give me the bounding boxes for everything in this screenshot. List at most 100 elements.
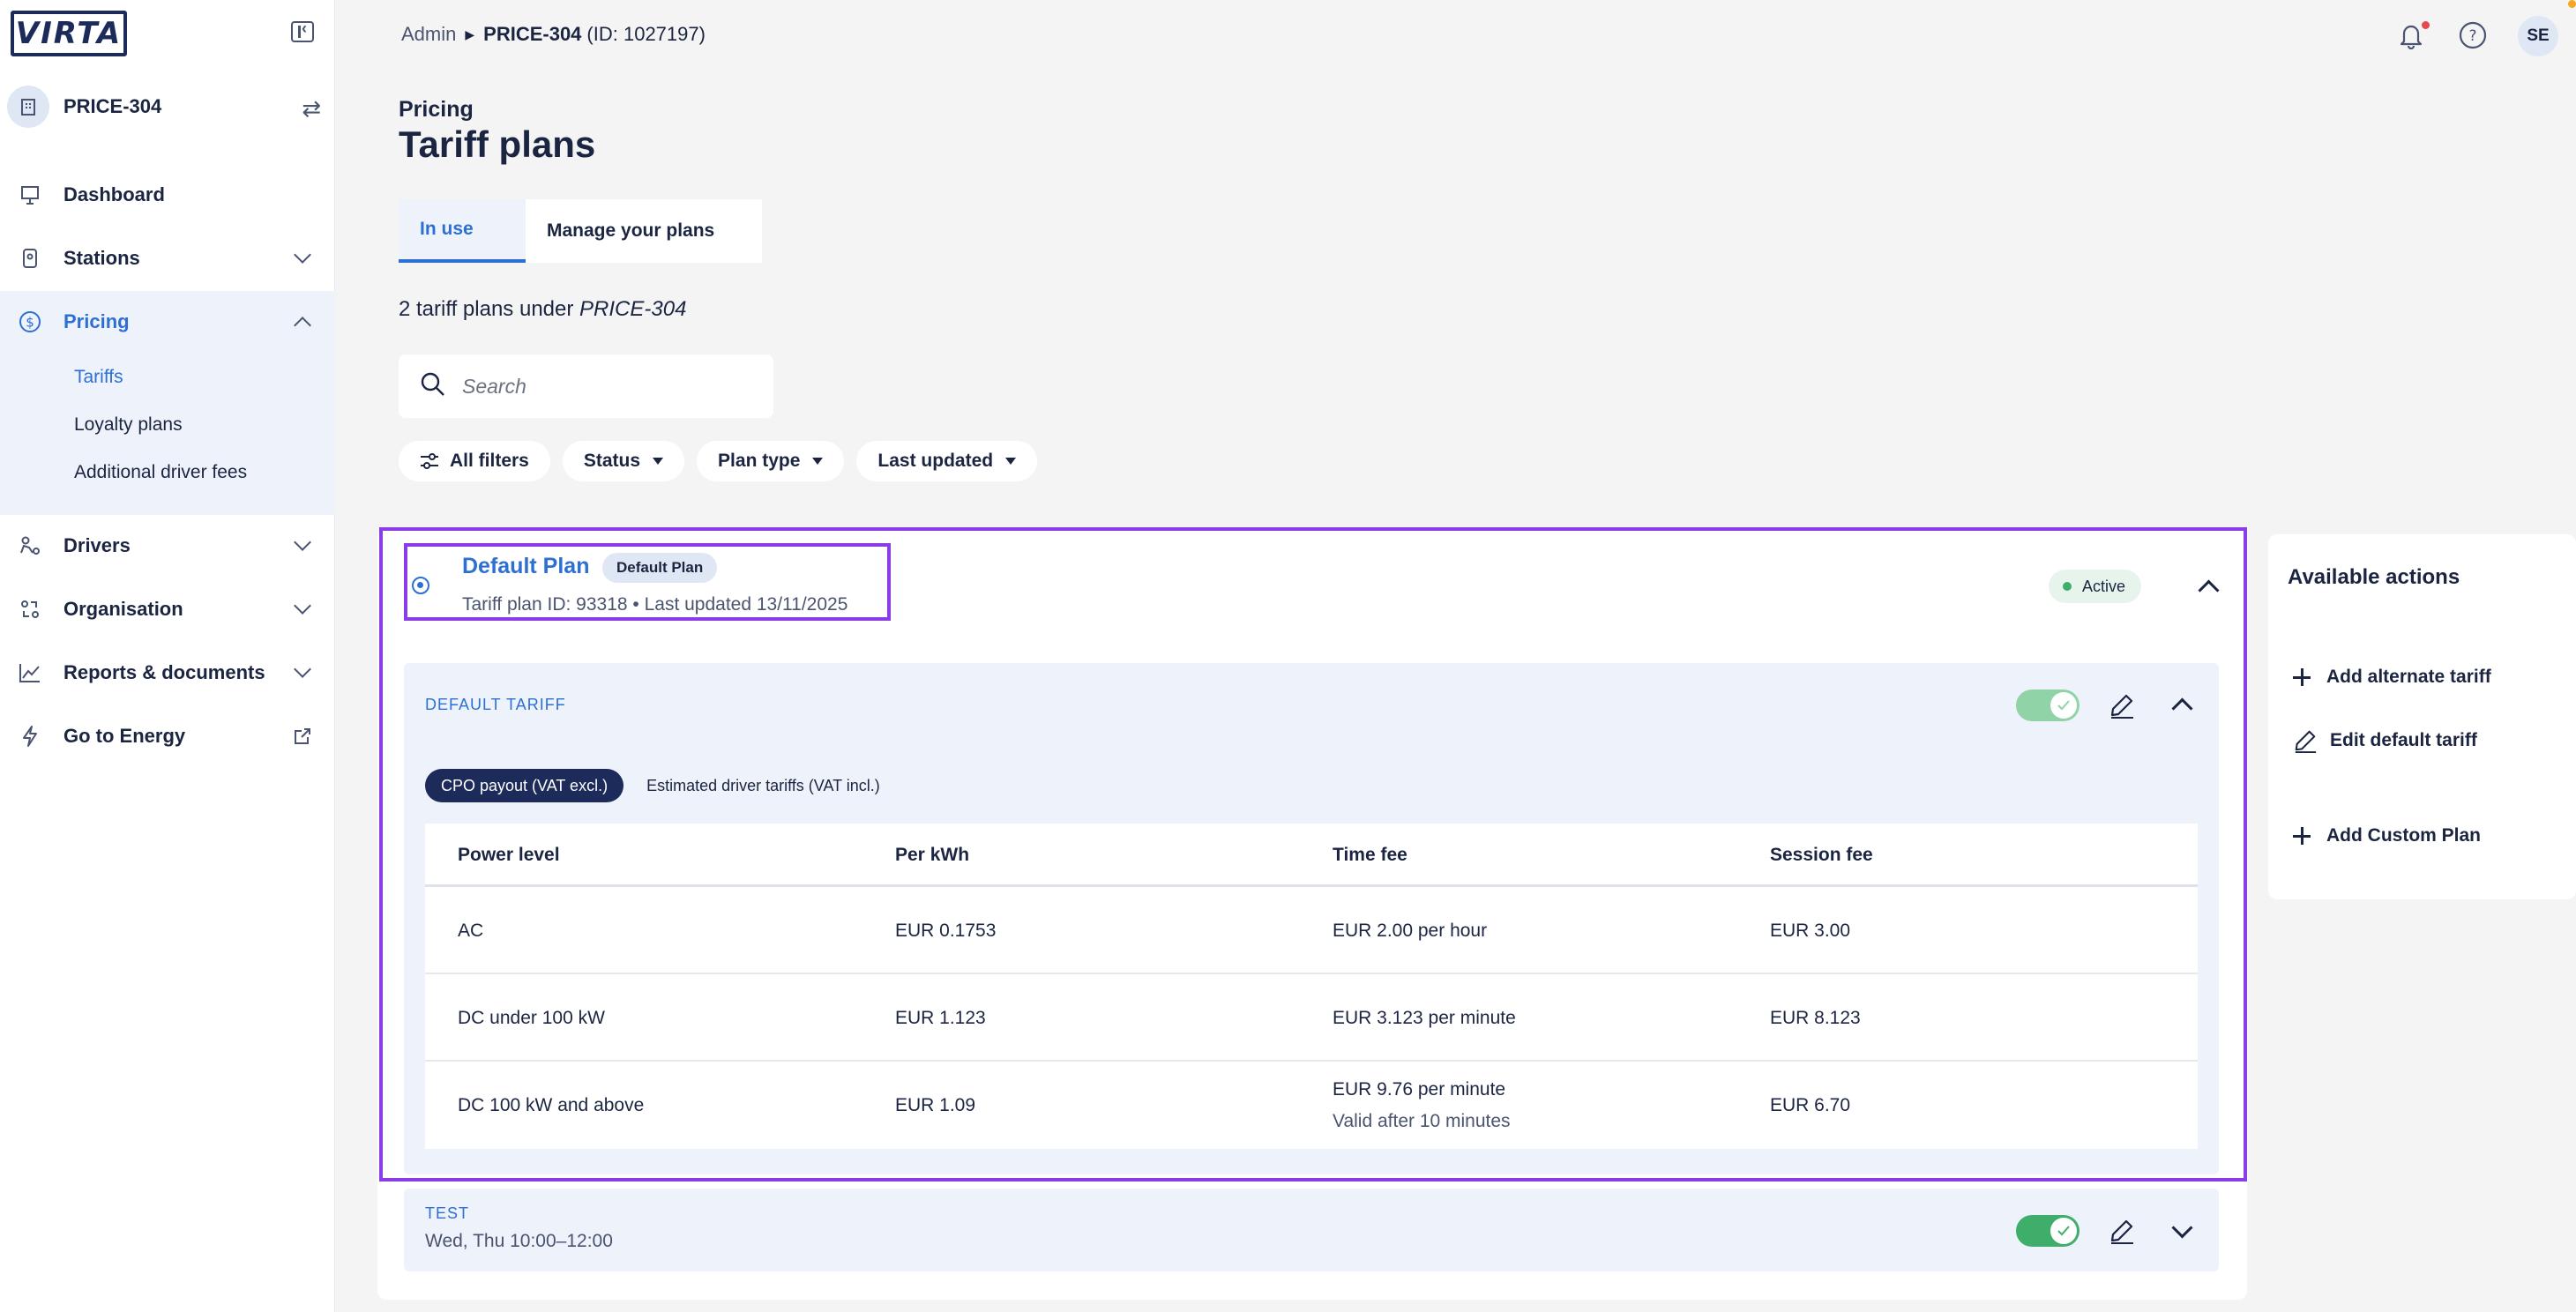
cpo-payout-option[interactable]: CPO payout (VAT excl.)	[425, 769, 624, 802]
breadcrumb-admin[interactable]: Admin	[401, 23, 456, 46]
search-icon	[420, 371, 446, 402]
org-switcher[interactable]: PRICE-304 ⇄	[7, 85, 321, 129]
driver-tariffs-option[interactable]: Estimated driver tariffs (VAT incl.)	[631, 769, 896, 802]
driver-icon	[18, 533, 42, 558]
default-tariff-label: DEFAULT TARIFF	[425, 696, 566, 713]
nav-go-to-energy[interactable]: Go to Energy	[0, 705, 335, 767]
filter-bar: All filters Status Plan type Last update…	[399, 441, 1038, 481]
column-header: Power level	[458, 845, 560, 865]
chart-icon	[18, 660, 42, 685]
action-label: Add Custom Plan	[2326, 825, 2482, 846]
check-icon	[2050, 1218, 2077, 1244]
breadcrumb-current: PRICE-304	[483, 23, 582, 45]
plan-meta: Tariff plan ID: 93318 • Last updated 13/…	[462, 594, 848, 615]
session-fee-cell: EUR 3.00	[1770, 921, 1851, 941]
plan-type-filter-label: Plan type	[718, 451, 801, 471]
nav-label: Stations	[63, 247, 140, 269]
last-updated-filter[interactable]: Last updated	[856, 441, 1038, 481]
nav-label: Go to Energy	[63, 725, 186, 747]
time-fee-note: Valid after 10 minutes	[1333, 1111, 1511, 1131]
session-fee-cell: EUR 8.123	[1770, 1008, 1861, 1028]
edit-test-pencil-icon[interactable]	[2104, 1213, 2139, 1249]
nav-reports[interactable]: Reports & documents	[0, 642, 335, 704]
add-alternate-tariff-button[interactable]: Add alternate tariff	[2293, 660, 2491, 695]
plus-icon	[2293, 827, 2311, 845]
search-box[interactable]	[399, 354, 773, 418]
all-filters-label: All filters	[450, 451, 529, 471]
all-filters-button[interactable]: All filters	[399, 441, 550, 481]
search-input[interactable]	[462, 374, 753, 399]
chevron-down-icon	[294, 533, 311, 551]
action-label: Add alternate tariff	[2326, 667, 2491, 687]
plan-type-filter[interactable]: Plan type	[697, 441, 845, 481]
filters-icon	[420, 452, 439, 470]
help-icon[interactable]: ?	[2455, 18, 2490, 53]
per-kwh-cell: EUR 1.09	[895, 1095, 976, 1115]
last-updated-filter-label: Last updated	[877, 451, 994, 471]
swap-org-icon[interactable]: ⇄	[302, 95, 321, 123]
add-custom-plan-button[interactable]: Add Custom Plan	[2293, 818, 2481, 854]
virta-logo[interactable]: VIRTA	[11, 11, 127, 56]
table-row: AC EUR 0.1753 EUR 2.00 per hour EUR 3.00	[425, 887, 2198, 974]
lightning-icon	[18, 724, 42, 749]
breadcrumb-separator-icon: ▶	[465, 26, 475, 41]
time-fee-cell: EUR 9.76 per minute	[1333, 1079, 1506, 1100]
power-level-cell: AC	[458, 921, 484, 941]
nav-drivers[interactable]: Drivers	[0, 515, 335, 577]
station-icon	[18, 246, 42, 271]
caret-down-icon	[812, 458, 824, 465]
sidebar-item-tariffs[interactable]: Tariffs	[74, 367, 123, 388]
test-tariff-toggle[interactable]	[2016, 1215, 2079, 1247]
tariff-table: Power level Per kWh Time fee Session fee…	[425, 824, 2198, 1149]
status-filter[interactable]: Status	[562, 441, 685, 481]
sidebar-item-additional-driver-fees[interactable]: Additional driver fees	[74, 462, 247, 483]
status-dot	[2063, 582, 2072, 591]
collapse-plan-chevron-up-icon[interactable]	[2194, 573, 2221, 600]
nav-label: Pricing	[63, 310, 130, 332]
svg-text:?: ?	[2468, 27, 2476, 45]
plan-name[interactable]: Default Plan	[462, 554, 589, 579]
chevron-down-icon	[294, 597, 311, 615]
caret-down-icon	[1005, 458, 1017, 465]
test-tariff-panel[interactable]	[404, 1189, 2219, 1271]
tab-manage-your-plans[interactable]: Manage your plans	[526, 199, 762, 263]
tab-in-use[interactable]: In use	[399, 199, 526, 263]
chevron-down-icon	[294, 660, 311, 678]
test-tariff-label: TEST	[425, 1204, 470, 1222]
tariff-view-toggle: CPO payout (VAT excl.) Estimated driver …	[425, 769, 896, 802]
check-icon	[2050, 692, 2077, 719]
tab-bar: In use Manage your plans	[399, 199, 762, 263]
sidebar: VIRTA PRICE-304 ⇄ Dashboard Stations $ P…	[0, 0, 335, 1312]
collapse-tariff-chevron-up-icon[interactable]	[2168, 691, 2194, 718]
nav-pricing[interactable]: $ Pricing	[0, 291, 335, 353]
nav-dashboard[interactable]: Dashboard	[0, 164, 335, 226]
table-row: DC under 100 kW EUR 1.123 EUR 3.123 per …	[425, 974, 2198, 1062]
plan-radio[interactable]	[412, 577, 429, 594]
nav-label: Dashboard	[63, 183, 165, 205]
edit-tariff-pencil-icon[interactable]	[2104, 688, 2139, 723]
nav-label: Reports & documents	[63, 661, 265, 683]
actions-title: Available actions	[2288, 565, 2460, 589]
time-fee-cell: EUR 3.123 per minute	[1333, 1008, 1516, 1028]
pricing-icon: $	[18, 309, 42, 334]
expand-test-chevron-down-icon[interactable]	[2168, 1217, 2194, 1243]
column-header: Per kWh	[895, 845, 970, 865]
table-header-row: Power level Per kWh Time fee Session fee	[425, 824, 2198, 887]
building-icon	[7, 86, 49, 128]
nav-label: Organisation	[63, 598, 183, 620]
status-filter-label: Status	[583, 451, 641, 471]
page-eyebrow: Pricing	[399, 97, 474, 122]
user-avatar[interactable]: SE	[2518, 16, 2558, 56]
per-kwh-cell: EUR 0.1753	[895, 921, 997, 941]
page-title: Tariff plans	[399, 123, 596, 165]
collapse-sidebar-icon[interactable]	[291, 19, 314, 42]
nav-organisation[interactable]: Organisation	[0, 578, 335, 640]
default-tariff-toggle[interactable]	[2016, 690, 2079, 721]
plan-count: 2 tariff plans under PRICE-304	[399, 297, 686, 322]
power-level-cell: DC 100 kW and above	[458, 1095, 645, 1115]
sidebar-item-loyalty-plans[interactable]: Loyalty plans	[74, 414, 183, 436]
nav-stations[interactable]: Stations	[0, 227, 335, 289]
organisation-icon	[18, 597, 42, 622]
per-kwh-cell: EUR 1.123	[895, 1008, 986, 1028]
edit-default-tariff-button[interactable]: Edit default tariff	[2293, 723, 2477, 758]
